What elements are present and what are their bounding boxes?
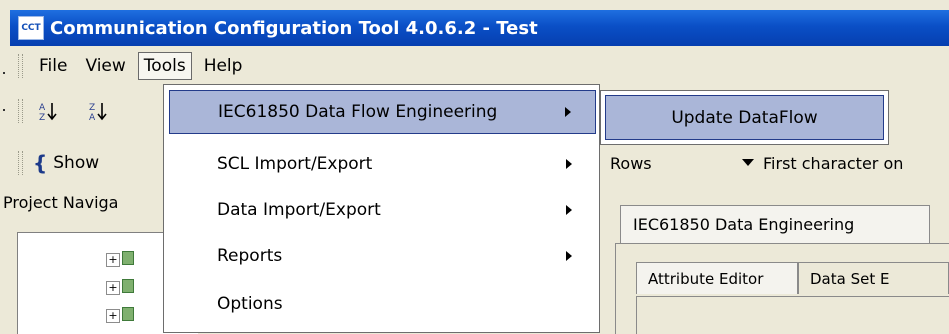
menu-help[interactable]: Help	[198, 52, 249, 80]
menu-item-label: SCL Import/Export	[217, 154, 373, 174]
menu-view[interactable]: View	[79, 52, 131, 80]
menu-tools[interactable]: Tools	[137, 52, 192, 80]
tree-expand-icon[interactable]: +	[106, 253, 120, 267]
submenu-arrow-icon	[566, 159, 572, 169]
menubar-grip	[18, 54, 23, 78]
tree-node-icon	[122, 279, 134, 293]
tab-data-set-editor[interactable]: Data Set E	[798, 262, 949, 294]
tree-expand-icon[interactable]: +	[106, 281, 120, 295]
editor-panel	[636, 296, 949, 334]
subtab-label: Data Set E	[810, 269, 890, 288]
title-bar: CCT Communication Configuration Tool 4.0…	[10, 10, 949, 46]
svg-text:A: A	[89, 113, 96, 122]
submenu-item-label: Update DataFlow	[671, 107, 818, 128]
subtab-label: Attribute Editor	[648, 269, 764, 288]
menu-item-label: IEC61850 Data Flow Engineering	[218, 102, 498, 122]
tree-node-icon	[122, 251, 134, 265]
submenu-arrow-icon	[566, 205, 572, 215]
tools-menu-dropdown: IEC61850 Data Flow Engineering SCL Impor…	[163, 84, 600, 333]
menu-item-options[interactable]: Options	[169, 282, 596, 326]
menu-item-label: Reports	[217, 246, 283, 266]
svg-text:Z: Z	[39, 113, 45, 122]
show-label: Show	[53, 153, 100, 173]
menu-item-scl-import-export[interactable]: SCL Import/Export	[169, 142, 596, 186]
data-flow-submenu: Update DataFlow	[600, 90, 889, 145]
expand-braces-icon: {	[33, 151, 48, 175]
sort-ascending-icon[interactable]: AZ	[33, 96, 63, 126]
toolbar-grip	[18, 99, 23, 123]
show-button[interactable]: { Show	[33, 151, 99, 175]
menu-item-update-dataflow[interactable]: Update DataFlow	[605, 95, 884, 140]
submenu-arrow-icon	[566, 251, 572, 261]
menu-item-data-import-export[interactable]: Data Import/Export	[169, 188, 596, 232]
tab-label: IEC61850 Data Engineering	[633, 215, 855, 234]
tab-attribute-editor[interactable]: Attribute Editor	[636, 262, 798, 294]
menu-bar: File View Tools Help	[10, 48, 949, 84]
tab-iec61850-data-engineering[interactable]: IEC61850 Data Engineering	[620, 205, 930, 243]
menu-item-label: Data Import/Export	[217, 200, 381, 220]
edge-dot	[3, 72, 5, 74]
svg-text:Z: Z	[89, 103, 95, 113]
svg-text:A: A	[39, 103, 46, 113]
submenu-arrow-icon	[565, 107, 571, 117]
tree-expand-icon[interactable]: +	[106, 309, 120, 323]
toolbar2-grip	[18, 151, 23, 175]
app-icon: CCT	[18, 16, 44, 40]
sort-descending-icon[interactable]: ZA	[83, 96, 113, 126]
rows-label: Rows	[610, 154, 652, 173]
window-title: Communication Configuration Tool 4.0.6.2…	[50, 17, 538, 39]
tree-node-icon	[122, 307, 134, 321]
menu-file[interactable]: File	[33, 52, 73, 80]
menu-item-iec61850-data-flow-engineering[interactable]: IEC61850 Data Flow Engineering	[169, 90, 596, 134]
menu-item-label: Options	[217, 294, 283, 314]
project-navigator-title: Project Naviga	[3, 193, 119, 212]
first-char-label: First character on	[763, 154, 904, 173]
rows-dropdown-arrow-icon[interactable]	[742, 159, 754, 166]
edge-dot	[3, 109, 5, 111]
menu-item-reports[interactable]: Reports	[169, 234, 596, 278]
